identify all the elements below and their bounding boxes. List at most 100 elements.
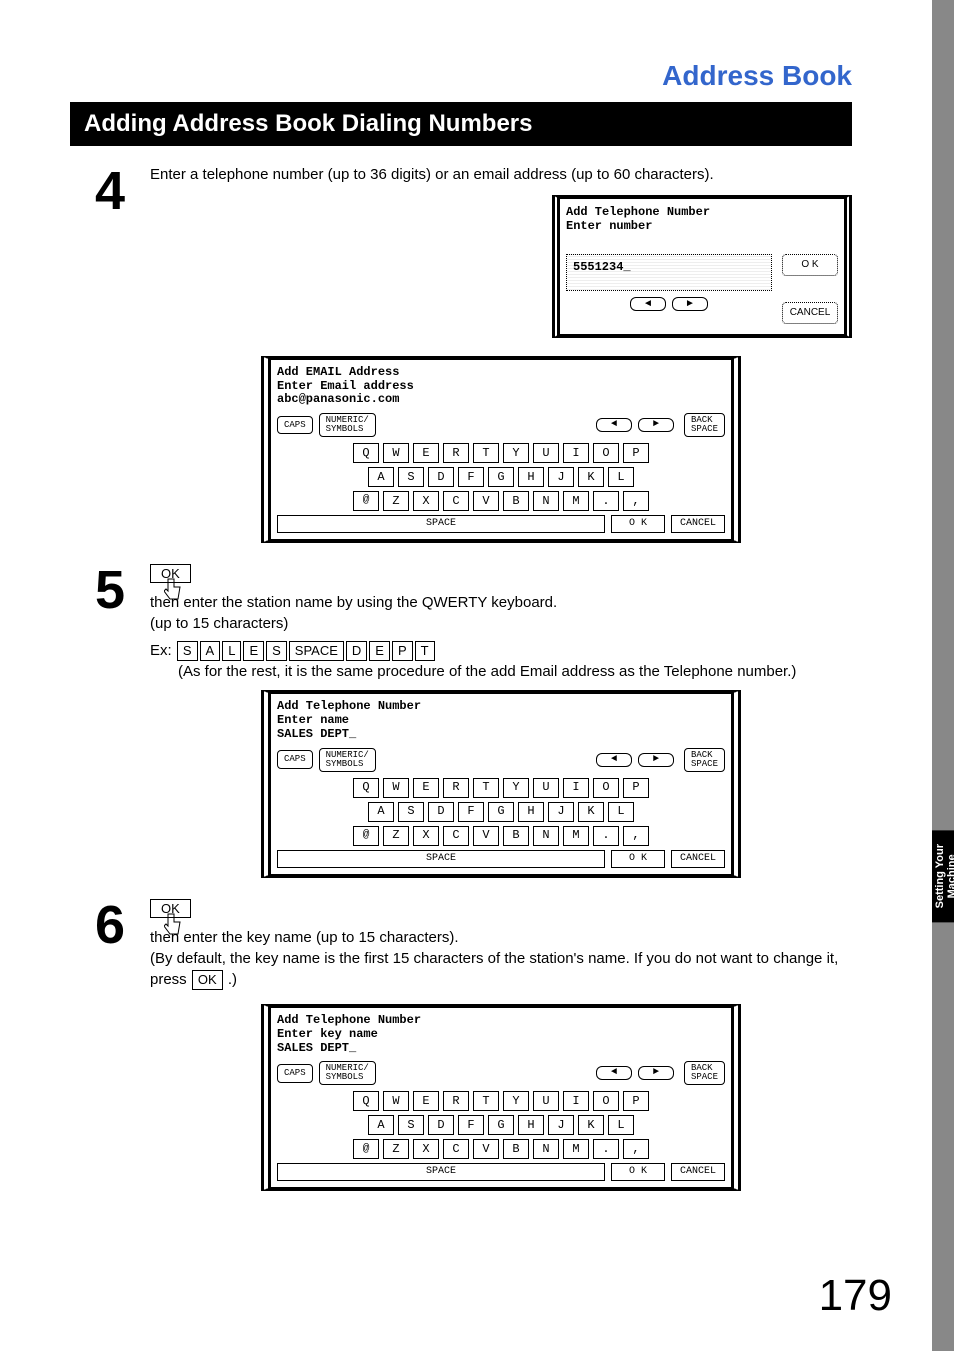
key-t[interactable]: T <box>473 1091 499 1111</box>
caps-button[interactable]: CAPS <box>277 750 313 769</box>
key-l[interactable]: L <box>608 1115 634 1135</box>
numeric-symbols-button[interactable]: NUMERIC/ SYMBOLS <box>319 748 376 772</box>
key-j[interactable]: J <box>548 802 574 822</box>
key-e[interactable]: E <box>413 778 439 798</box>
key-d[interactable]: D <box>428 1115 454 1135</box>
key-i[interactable]: I <box>563 1091 589 1111</box>
phone-number-input[interactable]: 5551234_ <box>566 254 772 291</box>
key-p[interactable]: P <box>623 1091 649 1111</box>
key-s[interactable]: S <box>398 802 424 822</box>
key-@[interactable]: @ <box>353 1139 379 1159</box>
key-b[interactable]: B <box>503 826 529 846</box>
key-o[interactable]: O <box>593 778 619 798</box>
caps-button[interactable]: CAPS <box>277 1064 313 1083</box>
key-p[interactable]: P <box>623 778 649 798</box>
key-m[interactable]: M <box>563 1139 589 1159</box>
key-w[interactable]: W <box>383 778 409 798</box>
key-r[interactable]: R <box>443 1091 469 1111</box>
key-w[interactable]: W <box>383 443 409 463</box>
key-q[interactable]: Q <box>353 778 379 798</box>
key-j[interactable]: J <box>548 467 574 487</box>
key-f[interactable]: F <box>458 1115 484 1135</box>
key-x[interactable]: X <box>413 1139 439 1159</box>
key-h[interactable]: H <box>518 467 544 487</box>
key-y[interactable]: Y <box>503 443 529 463</box>
key-,[interactable]: , <box>623 826 649 846</box>
key-t[interactable]: T <box>473 778 499 798</box>
key-d[interactable]: D <box>428 802 454 822</box>
key-z[interactable]: Z <box>383 826 409 846</box>
right-arrow-button[interactable]: ► <box>638 753 674 767</box>
key-t[interactable]: T <box>473 443 499 463</box>
ok-button[interactable]: O K <box>611 1163 665 1181</box>
key-g[interactable]: G <box>488 1115 514 1135</box>
key-z[interactable]: Z <box>383 491 409 511</box>
key-n[interactable]: N <box>533 1139 559 1159</box>
key-b[interactable]: B <box>503 491 529 511</box>
key-c[interactable]: C <box>443 1139 469 1159</box>
key-n[interactable]: N <box>533 491 559 511</box>
backspace-button[interactable]: BACK SPACE <box>684 413 725 437</box>
key-q[interactable]: Q <box>353 443 379 463</box>
space-key[interactable]: SPACE <box>277 1163 605 1181</box>
key-@[interactable]: @ <box>353 826 379 846</box>
ok-button[interactable]: O K <box>611 515 665 533</box>
key-y[interactable]: Y <box>503 1091 529 1111</box>
key-b[interactable]: B <box>503 1139 529 1159</box>
key-,[interactable]: , <box>623 491 649 511</box>
cancel-button[interactable]: CANCEL <box>671 850 725 868</box>
space-key[interactable]: SPACE <box>277 515 605 533</box>
cancel-button[interactable]: CANCEL <box>671 1163 725 1181</box>
key-h[interactable]: H <box>518 1115 544 1135</box>
key-,[interactable]: , <box>623 1139 649 1159</box>
space-key[interactable]: SPACE <box>277 850 605 868</box>
key-x[interactable]: X <box>413 826 439 846</box>
key-g[interactable]: G <box>488 467 514 487</box>
key-g[interactable]: G <box>488 802 514 822</box>
key-n[interactable]: N <box>533 826 559 846</box>
key-l[interactable]: L <box>608 467 634 487</box>
key-j[interactable]: J <box>548 1115 574 1135</box>
numeric-symbols-button[interactable]: NUMERIC/ SYMBOLS <box>319 1061 376 1085</box>
right-arrow-button[interactable]: ► <box>638 418 674 432</box>
key-m[interactable]: M <box>563 491 589 511</box>
key-q[interactable]: Q <box>353 1091 379 1111</box>
key-i[interactable]: I <box>563 778 589 798</box>
key-i[interactable]: I <box>563 443 589 463</box>
key-.[interactable]: . <box>593 826 619 846</box>
key-r[interactable]: R <box>443 778 469 798</box>
key-u[interactable]: U <box>533 778 559 798</box>
key-c[interactable]: C <box>443 491 469 511</box>
key-@[interactable]: @ <box>353 491 379 511</box>
left-arrow-button[interactable]: ◄ <box>596 418 632 432</box>
key-o[interactable]: O <box>593 1091 619 1111</box>
key-d[interactable]: D <box>428 467 454 487</box>
key-.[interactable]: . <box>593 491 619 511</box>
left-arrow-button[interactable]: ◄ <box>596 753 632 767</box>
key-v[interactable]: V <box>473 826 499 846</box>
key-k[interactable]: K <box>578 467 604 487</box>
key-c[interactable]: C <box>443 826 469 846</box>
key-f[interactable]: F <box>458 467 484 487</box>
key-w[interactable]: W <box>383 1091 409 1111</box>
key-u[interactable]: U <box>533 1091 559 1111</box>
ok-button[interactable]: O K <box>611 850 665 868</box>
caps-button[interactable]: CAPS <box>277 416 313 435</box>
right-arrow-button[interactable]: ► <box>638 1066 674 1080</box>
key-h[interactable]: H <box>518 802 544 822</box>
key-e[interactable]: E <box>413 443 439 463</box>
backspace-button[interactable]: BACK SPACE <box>684 1061 725 1085</box>
left-arrow-button[interactable]: ◄ <box>630 297 666 311</box>
key-a[interactable]: A <box>368 1115 394 1135</box>
key-a[interactable]: A <box>368 467 394 487</box>
backspace-button[interactable]: BACK SPACE <box>684 748 725 772</box>
key-a[interactable]: A <box>368 802 394 822</box>
key-k[interactable]: K <box>578 1115 604 1135</box>
key-k[interactable]: K <box>578 802 604 822</box>
numeric-symbols-button[interactable]: NUMERIC/ SYMBOLS <box>319 413 376 437</box>
key-o[interactable]: O <box>593 443 619 463</box>
key-z[interactable]: Z <box>383 1139 409 1159</box>
key-r[interactable]: R <box>443 443 469 463</box>
ok-button[interactable]: O K <box>782 254 838 276</box>
key-y[interactable]: Y <box>503 778 529 798</box>
